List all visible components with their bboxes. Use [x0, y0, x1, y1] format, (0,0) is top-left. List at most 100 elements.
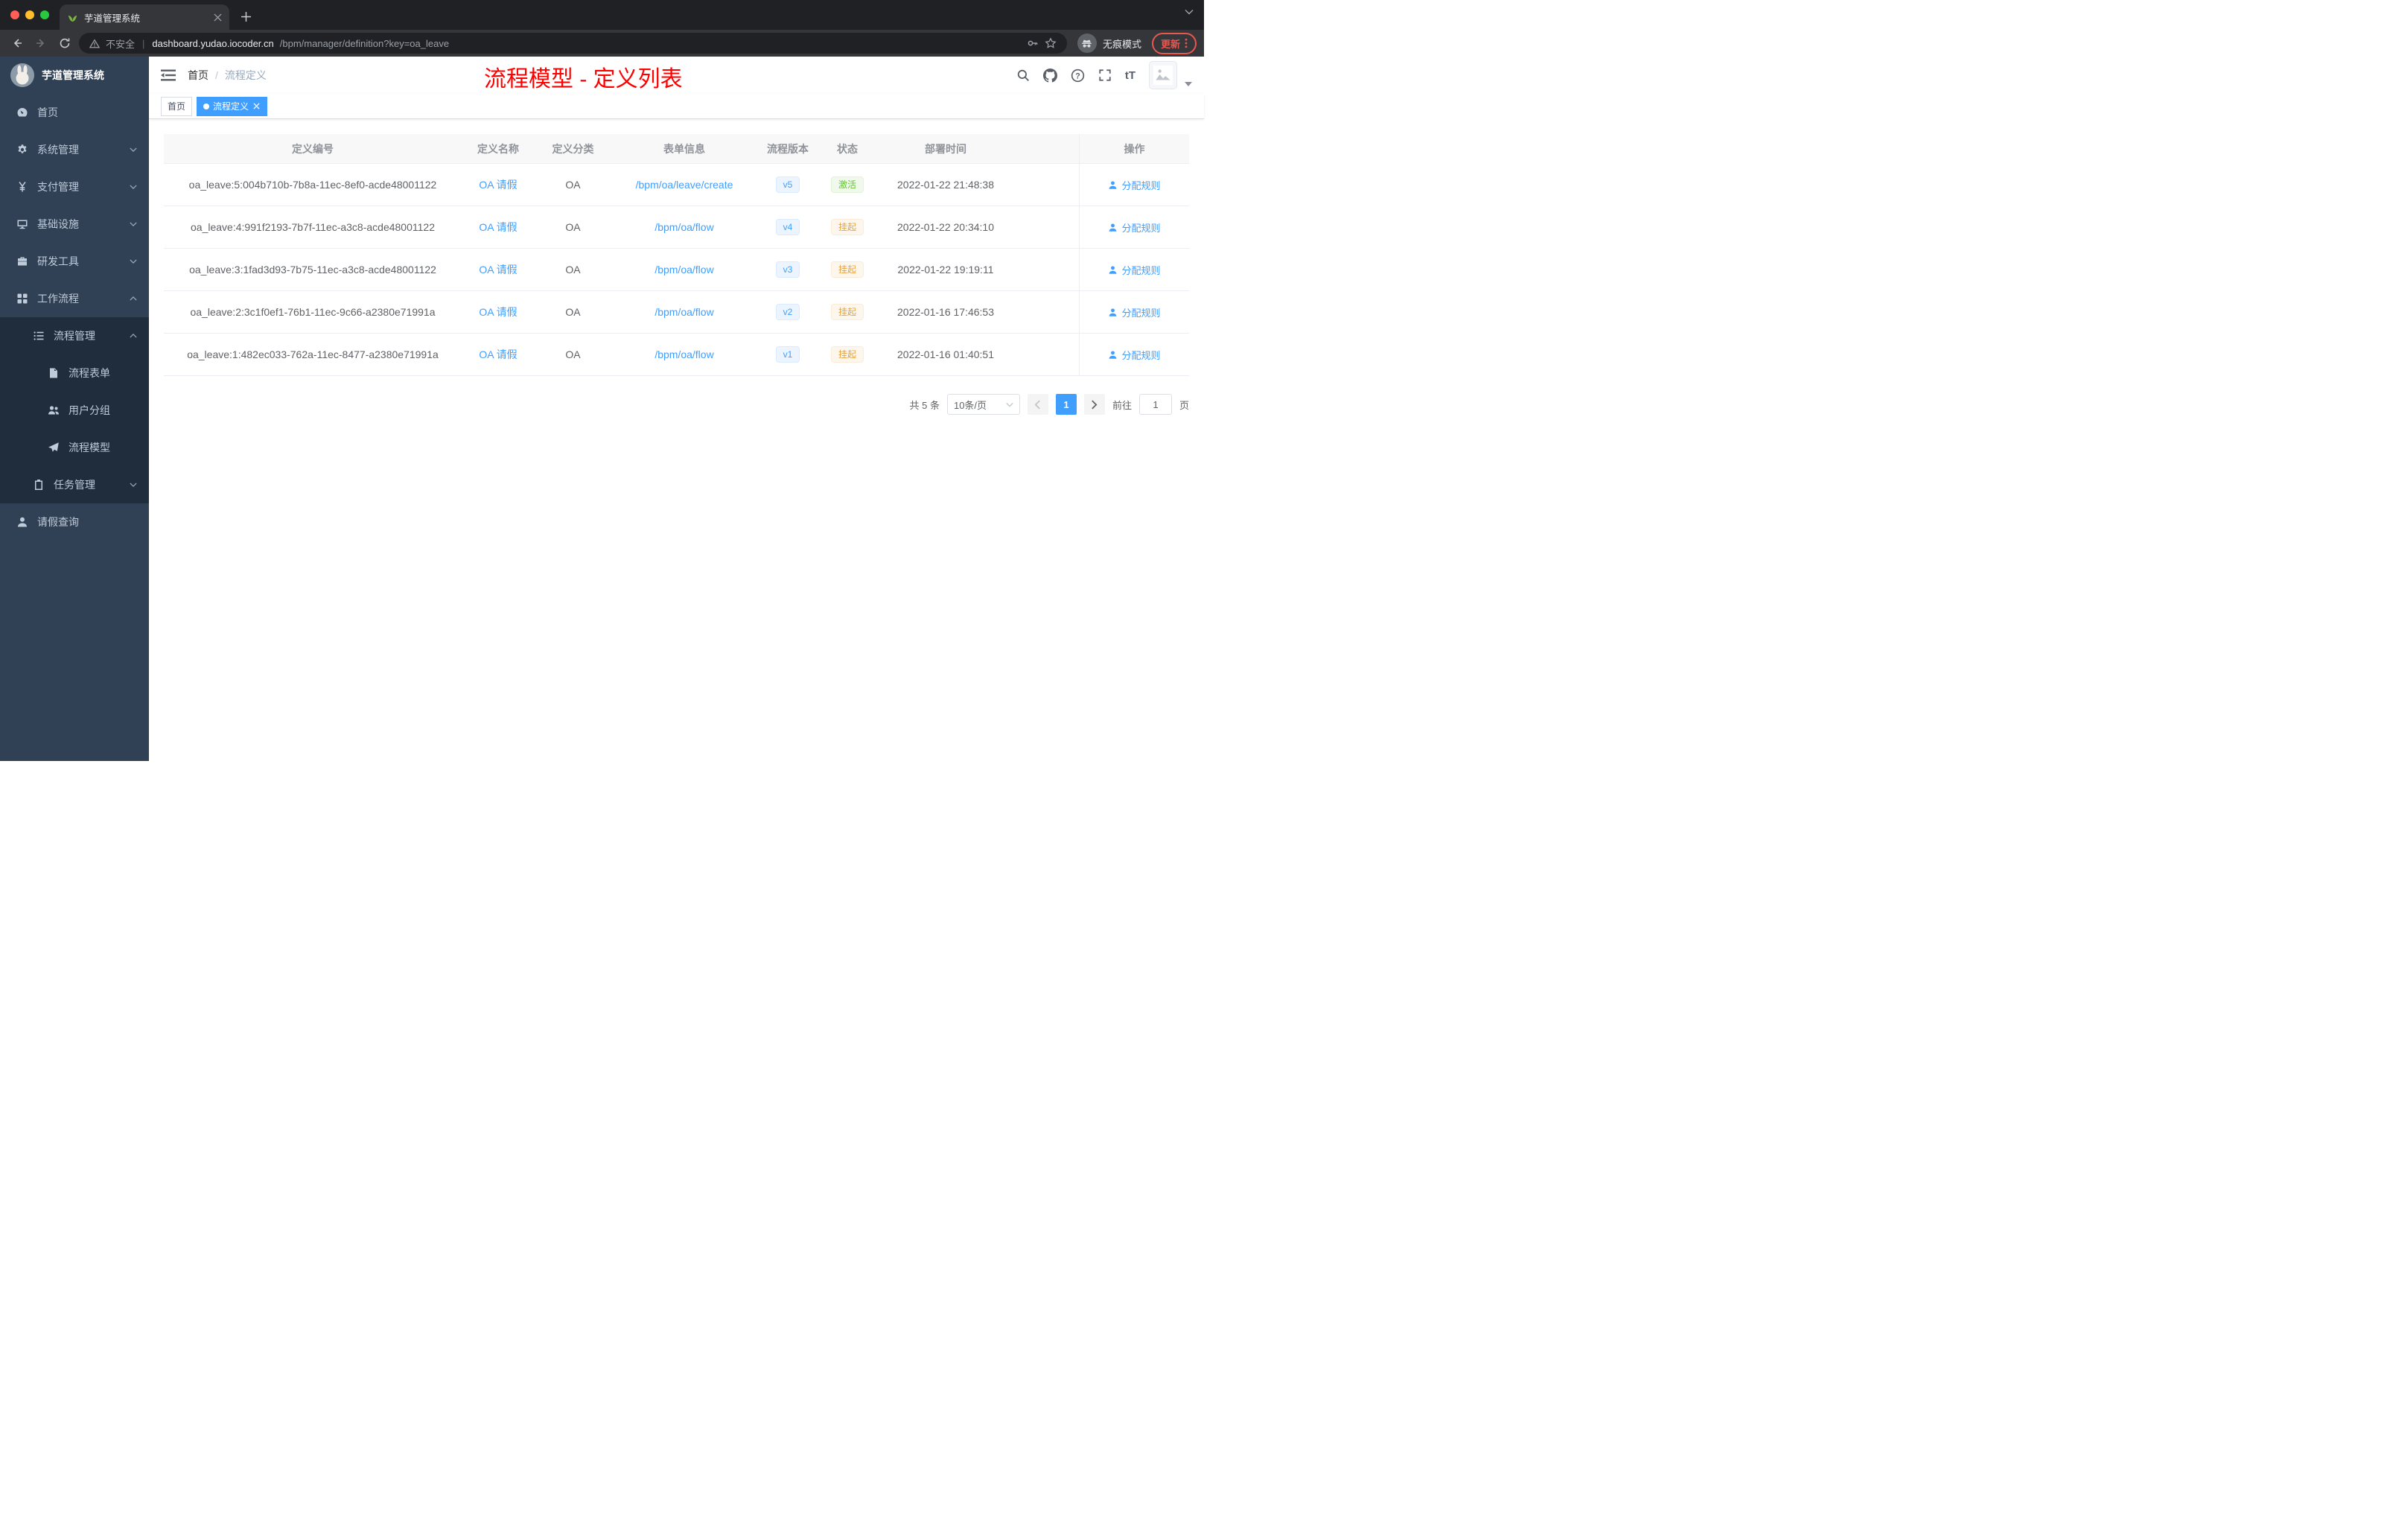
app-root: 芋道管理系统 首页 系统管理 支付管理 基础设施 研发工具 工作流程 流程管理 …	[0, 57, 1204, 761]
status-badge: 激活	[830, 176, 864, 193]
tag-close-icon[interactable]	[252, 102, 261, 110]
browser-update-button[interactable]: 更新	[1151, 32, 1197, 54]
sidebar-item-workflow[interactable]: 工作流程	[0, 280, 149, 317]
tag-label: 流程定义	[213, 101, 249, 112]
status-badge: 挂起	[830, 346, 864, 363]
grid-icon	[17, 293, 28, 304]
form-info-link[interactable]: /bpm/oa/flow	[654, 306, 713, 318]
column-header: 流程版本	[767, 142, 809, 155]
user-icon	[1109, 350, 1117, 359]
sidebar-item-process-model[interactable]: 流程模型	[0, 429, 149, 466]
sidebar-item-label: 流程模型	[69, 442, 110, 453]
column-header: 定义名称	[477, 142, 519, 155]
prev-page-button[interactable]	[1027, 394, 1048, 415]
sidebar-item-leave-query[interactable]: 请假查询	[0, 503, 149, 541]
page-number-button[interactable]: 1	[1055, 394, 1077, 415]
tab-close-icon[interactable]	[214, 13, 222, 22]
form-info-link[interactable]: /bpm/oa/flow	[654, 221, 713, 233]
sidebar-item-user-group[interactable]: 用户分组	[0, 392, 149, 429]
goto-page-input[interactable]	[1138, 394, 1172, 415]
tab-favicon-icon	[67, 12, 78, 23]
fullscreen-icon[interactable]	[1098, 69, 1112, 82]
assign-rule-link[interactable]: 分配规则	[1108, 263, 1161, 277]
pagination-total: 共 5 条	[909, 399, 940, 411]
table-row: oa_leave:1:482ec033-762a-11ec-8477-a2380…	[164, 334, 1189, 376]
tab-search-caret-icon[interactable]	[1185, 9, 1194, 15]
assign-rule-link[interactable]: 分配规则	[1108, 220, 1161, 235]
version-badge: v2	[775, 304, 800, 320]
minimize-window-button[interactable]	[25, 10, 34, 19]
logo-avatar	[10, 63, 34, 87]
column-header: 表单信息	[663, 142, 705, 155]
pagination: 共 5 条 10条/页 1 前往 页	[164, 394, 1189, 415]
table-row: oa_leave:3:1fad3d93-7b75-11ec-a3c8-acde4…	[164, 249, 1189, 291]
github-icon[interactable]	[1042, 68, 1057, 83]
definition-name-link[interactable]: OA 请假	[479, 262, 517, 277]
close-window-button[interactable]	[10, 10, 19, 19]
page-annotation: 流程模型 - 定义列表	[484, 67, 683, 92]
sidebar-item-process-form[interactable]: 流程表单	[0, 354, 149, 392]
user-icon	[1109, 265, 1117, 274]
assign-rule-link[interactable]: 分配规则	[1108, 348, 1161, 362]
next-page-button[interactable]	[1083, 394, 1105, 415]
forward-button[interactable]	[31, 34, 51, 53]
definition-id: oa_leave:1:482ec033-762a-11ec-8477-a2380…	[187, 348, 439, 360]
tab-title: 芋道管理系统	[84, 13, 141, 24]
table-header: 定义编号 定义名称 定义分类 表单信息 流程版本 状态 部署时间 操作	[164, 134, 1189, 164]
svg-text:?: ?	[1075, 71, 1080, 80]
sidebar-item-process-management[interactable]: 流程管理	[0, 317, 149, 354]
bookmark-star-icon[interactable]	[1045, 37, 1057, 49]
sidebar-item-infrastructure[interactable]: 基础设施	[0, 206, 149, 243]
sidebar-item-dev-tools[interactable]: 研发工具	[0, 243, 149, 280]
user-icon	[1109, 180, 1117, 189]
form-info-link[interactable]: /bpm/oa/leave/create	[636, 179, 733, 191]
breadcrumb: 首页 / 流程定义	[188, 68, 267, 83]
page-size-select[interactable]: 10条/页	[946, 394, 1020, 415]
tag-process-definition[interactable]: 流程定义	[197, 96, 268, 116]
definition-name-link[interactable]: OA 请假	[479, 347, 517, 362]
help-icon[interactable]: ?	[1071, 69, 1085, 83]
window-controls	[10, 10, 49, 19]
definition-name-link[interactable]: OA 请假	[479, 305, 517, 319]
tag-home[interactable]: 首页	[161, 96, 193, 116]
sidebar-toggle-icon[interactable]	[161, 68, 176, 83]
reload-button[interactable]	[55, 34, 74, 53]
assign-rule-link[interactable]: 分配规则	[1108, 178, 1161, 192]
definition-category: OA	[565, 264, 581, 276]
avatar-caret-icon[interactable]	[1185, 82, 1192, 86]
password-key-icon[interactable]	[1027, 37, 1039, 49]
page-size-value: 10条/页	[953, 399, 987, 411]
sidebar-item-label: 流程表单	[69, 367, 110, 379]
version-badge: v5	[775, 176, 800, 193]
active-tag-dot	[203, 103, 210, 109]
back-button[interactable]	[7, 34, 27, 53]
incognito-indicator: 无痕模式	[1077, 34, 1141, 53]
sidebar-item-task-management[interactable]: 任务管理	[0, 466, 149, 503]
send-icon	[48, 442, 59, 452]
user-avatar[interactable]	[1149, 61, 1177, 89]
goto-label: 前往	[1112, 399, 1132, 411]
breadcrumb-home[interactable]: 首页	[188, 68, 208, 83]
chevron-right-icon	[1092, 399, 1098, 410]
maximize-window-button[interactable]	[40, 10, 49, 19]
form-info-link[interactable]: /bpm/oa/flow	[654, 264, 713, 276]
url-divider: |	[142, 37, 145, 49]
definition-name-link[interactable]: OA 请假	[479, 177, 517, 192]
font-size-icon[interactable]: tT	[1125, 69, 1135, 82]
version-badge: v3	[775, 261, 800, 278]
assign-rule-link[interactable]: 分配规则	[1108, 305, 1161, 319]
sidebar-logo[interactable]: 芋道管理系统	[0, 57, 149, 94]
table-row: oa_leave:4:991f2193-7b7f-11ec-a3c8-acde4…	[164, 206, 1189, 249]
sidebar-item-label: 研发工具	[37, 255, 79, 267]
sidebar-item-payment[interactable]: 支付管理	[0, 168, 149, 206]
address-bar[interactable]: 不安全 | dashboard.yudao.iocoder.cn /bpm/ma…	[79, 33, 1067, 54]
definition-name-link[interactable]: OA 请假	[479, 220, 517, 235]
deploy-time: 2022-01-16 17:46:53	[897, 306, 994, 318]
sidebar-item-home[interactable]: 首页	[0, 94, 149, 131]
form-info-link[interactable]: /bpm/oa/flow	[654, 348, 713, 360]
search-icon[interactable]	[1016, 69, 1030, 82]
clipboard-icon	[35, 480, 42, 490]
sidebar-item-system[interactable]: 系统管理	[0, 131, 149, 168]
new-tab-button[interactable]	[235, 6, 256, 27]
browser-tab[interactable]: 芋道管理系统	[60, 4, 229, 30]
